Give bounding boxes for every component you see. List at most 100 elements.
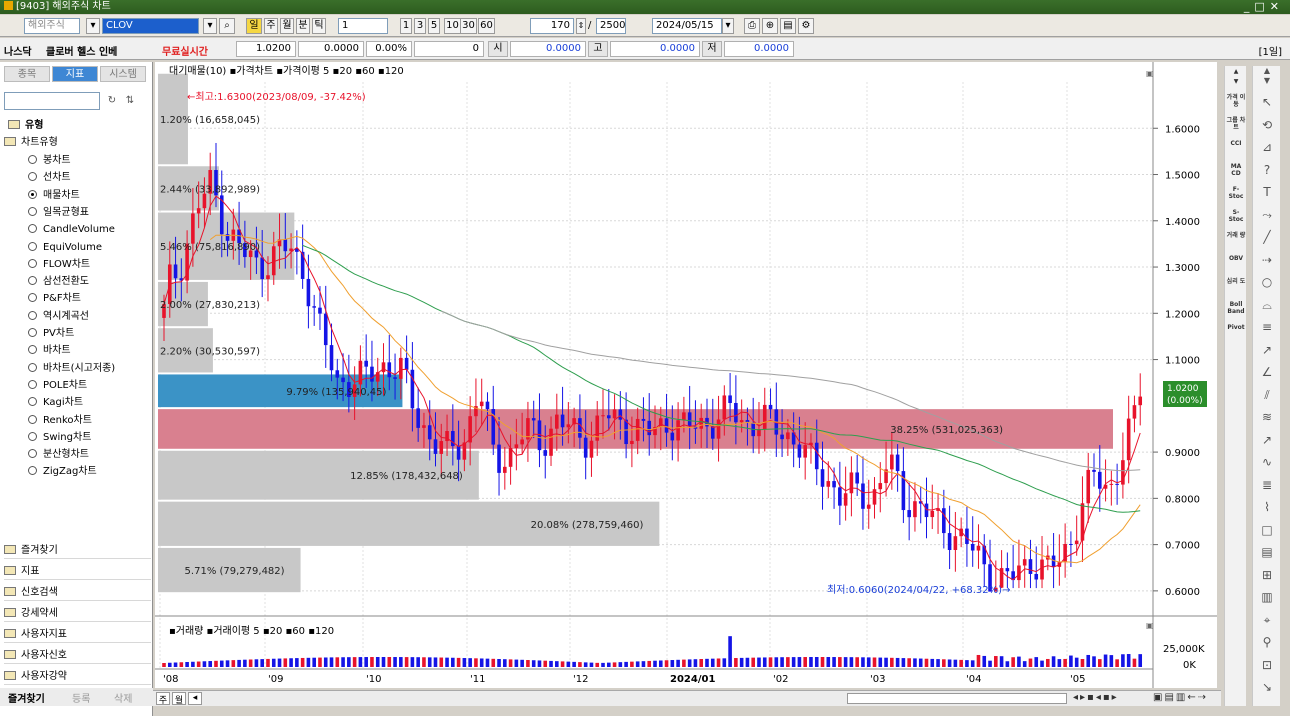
chart-type-item[interactable]: 바차트(시고저종) xyxy=(28,361,115,377)
channel-icon[interactable]: ⫽ xyxy=(1256,385,1278,405)
tree-root[interactable]: 유형 xyxy=(8,118,43,134)
tick-period-button[interactable]: 틱 xyxy=(312,18,326,34)
slow-stoch-button[interactable]: S- Stoc xyxy=(1225,207,1247,227)
hline-icon[interactable]: ≡ xyxy=(1256,317,1278,337)
trendline-icon[interactable]: ╱ xyxy=(1256,227,1278,247)
radio-icon[interactable] xyxy=(28,466,37,476)
chart-type-item[interactable]: ZigZag차트 xyxy=(28,464,97,480)
text-icon[interactable]: T xyxy=(1256,182,1278,202)
chart-type-item[interactable]: EquiVolume xyxy=(28,240,102,256)
quick-tick-button[interactable]: 60 xyxy=(478,18,495,34)
count-spinner-icon[interactable]: ⇕ xyxy=(576,18,586,34)
group-chart-button[interactable]: 그룹 차트 xyxy=(1225,115,1247,135)
tab-stocks[interactable]: 종목 xyxy=(4,66,50,82)
radio-icon[interactable] xyxy=(28,276,37,286)
tab-indicators[interactable]: 지표 xyxy=(52,66,98,82)
arc-icon[interactable]: ⌓ xyxy=(1256,295,1278,315)
macd-button[interactable]: MA CD xyxy=(1225,161,1247,181)
help-icon[interactable]: ? xyxy=(1256,160,1278,180)
chart-type-item[interactable]: Swing차트 xyxy=(28,430,91,446)
bottom-tab-delete[interactable]: 삭제 xyxy=(114,690,132,705)
table-icon[interactable]: ▤ xyxy=(1256,542,1278,562)
sidebar-section[interactable]: 사용자신호 xyxy=(4,647,151,664)
radio-icon[interactable] xyxy=(28,345,37,355)
quick-tick-button[interactable]: 5 xyxy=(428,18,440,34)
search-icon[interactable]: ⌕ xyxy=(219,18,235,34)
bottom-tab-register[interactable]: 등록 xyxy=(72,690,90,705)
settings-icon[interactable]: ⚙ xyxy=(798,18,814,34)
sidebar-section[interactable]: 강세약세 xyxy=(4,605,151,622)
triangle-icon[interactable]: ⊿ xyxy=(1256,137,1278,157)
radio-icon[interactable] xyxy=(28,172,37,182)
indicator-search-input[interactable] xyxy=(4,92,100,110)
ray-icon[interactable]: ⇢ xyxy=(1256,250,1278,270)
radio-icon[interactable] xyxy=(28,449,37,459)
chart-type-item[interactable]: 일목균형표 xyxy=(28,205,89,221)
sidebar-section[interactable]: 사용자강약 xyxy=(4,668,151,685)
radio-icon[interactable] xyxy=(28,431,37,441)
radio-icon[interactable] xyxy=(28,189,37,199)
chart-type-item[interactable]: 선차트 xyxy=(28,170,71,186)
obv-button[interactable]: OBV xyxy=(1225,253,1247,273)
tab-system[interactable]: 시스템 xyxy=(100,66,146,82)
view-icons[interactable]: ▣▤▥←⇢ xyxy=(1153,692,1208,703)
radio-icon[interactable] xyxy=(28,397,37,407)
chart-type-item[interactable]: FLOW차트 xyxy=(28,257,90,273)
radio-icon[interactable] xyxy=(28,224,37,234)
symbol-dropdown-icon[interactable]: ▾ xyxy=(203,18,217,34)
chart-type-item[interactable]: 삼선전환도 xyxy=(28,274,89,290)
chart-svg[interactable]: 1.20% (16,658,045) 2.44% (33,892,989) 5.46… xyxy=(155,62,1217,688)
navigation-icons[interactable]: ◂▸▪◂▪▸ xyxy=(1073,692,1119,703)
chart-type-item[interactable]: 역시계곡선 xyxy=(28,309,89,325)
radio-icon[interactable] xyxy=(28,414,37,424)
radio-icon[interactable] xyxy=(28,155,37,164)
radio-icon[interactable] xyxy=(28,241,37,251)
grid-icon[interactable]: ≣ xyxy=(1256,475,1278,495)
scroll-range-bar[interactable] xyxy=(847,693,1067,704)
interval-input[interactable]: 1 xyxy=(338,18,388,34)
cycle-icon[interactable]: ⌇ xyxy=(1256,497,1278,517)
quick-tick-button[interactable]: 10 xyxy=(444,18,461,34)
undo-icon[interactable]: ⟲ xyxy=(1256,115,1278,135)
window-controls[interactable]: _□✕ xyxy=(1244,0,1284,14)
chart-type-item[interactable]: 분산형차트 xyxy=(28,447,89,463)
cross-icon[interactable]: ⊞ xyxy=(1256,565,1278,585)
sidebar-section[interactable]: 지표 xyxy=(4,563,151,580)
radio-icon[interactable] xyxy=(28,328,37,337)
chart-type-item[interactable]: Kagi차트 xyxy=(28,395,83,411)
volume-pane-max-icon[interactable]: ▣ xyxy=(1146,621,1154,630)
day-period-button[interactable]: 일 xyxy=(246,18,262,34)
sine-icon[interactable]: ∿ xyxy=(1256,452,1278,472)
chart-type-item[interactable]: 봉차트 xyxy=(28,153,71,169)
symbol-input[interactable]: CLOV xyxy=(102,18,199,34)
quick-tick-button[interactable]: 1 xyxy=(400,18,412,34)
radio-icon[interactable] xyxy=(28,293,37,303)
minute-period-button[interactable]: 분 xyxy=(296,18,310,34)
chart-type-item[interactable]: POLE차트 xyxy=(28,378,87,394)
angle-icon[interactable]: ∠ xyxy=(1256,362,1278,382)
chart-type-item[interactable]: 매물차트 xyxy=(28,188,80,204)
total-input[interactable]: 2500 xyxy=(596,18,626,34)
maximize-icon[interactable]: □ xyxy=(1254,0,1269,13)
radio-icon[interactable] xyxy=(28,206,37,216)
cursor-icon[interactable]: ↖ xyxy=(1256,92,1278,112)
magnet-icon[interactable]: ⚲ xyxy=(1256,632,1278,652)
month-toggle[interactable]: 월 xyxy=(172,692,186,706)
target-icon[interactable]: ⌖ xyxy=(1256,610,1278,630)
week-toggle[interactable]: 주 xyxy=(156,692,170,706)
refresh-icon[interactable]: ↻ xyxy=(104,92,120,110)
frame-icon[interactable]: ⊡ xyxy=(1256,655,1278,675)
sort-icon[interactable]: ⇅ xyxy=(122,92,138,110)
table-icon[interactable]: ▤ xyxy=(780,18,796,34)
radio-icon[interactable] xyxy=(28,362,37,372)
tree-group[interactable]: 차트유형 xyxy=(4,135,58,151)
radio-icon[interactable] xyxy=(28,258,37,268)
quick-tick-button[interactable]: 30 xyxy=(460,18,477,34)
sidebar-section[interactable]: 사용자지표 xyxy=(4,626,151,643)
market-select[interactable]: 해외주식 xyxy=(24,18,80,34)
volume-ind-button[interactable]: 거래 량 xyxy=(1225,230,1247,250)
date-input[interactable]: 2024/05/15 xyxy=(652,18,722,34)
radio-icon[interactable] xyxy=(28,310,37,320)
chart-area[interactable]: 1.20% (16,658,045) 2.44% (33,892,989) 5.46… xyxy=(155,62,1217,688)
fib-icon[interactable]: ↗ xyxy=(1256,430,1278,450)
